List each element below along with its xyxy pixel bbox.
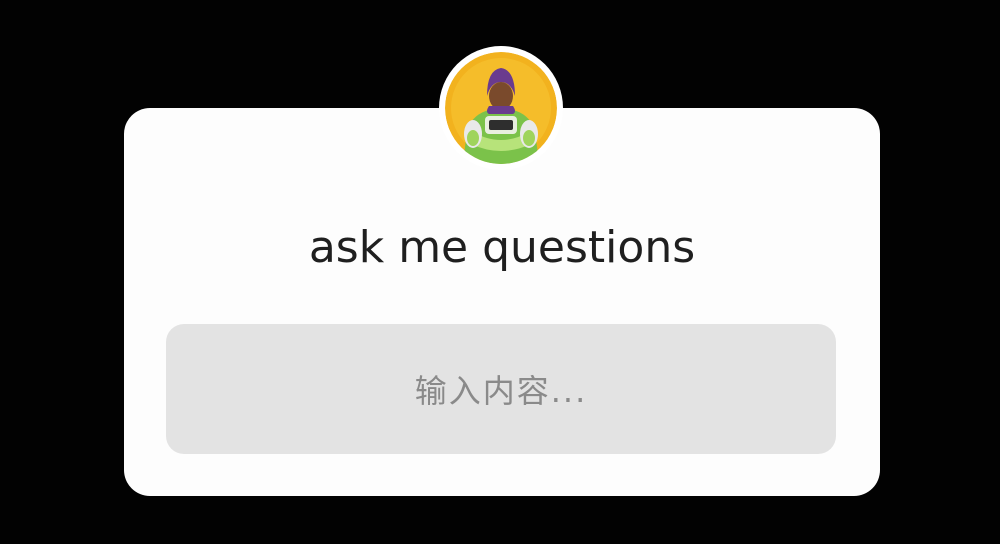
- answer-placeholder: 输入内容...: [414, 372, 588, 410]
- story-screen: ask me questions 输入内容...: [0, 0, 1000, 544]
- avatar-ring: [439, 46, 563, 170]
- sticker-title: ask me questions: [308, 222, 696, 273]
- avatar: [445, 52, 557, 164]
- answer-input[interactable]: 输入内容...: [166, 324, 836, 454]
